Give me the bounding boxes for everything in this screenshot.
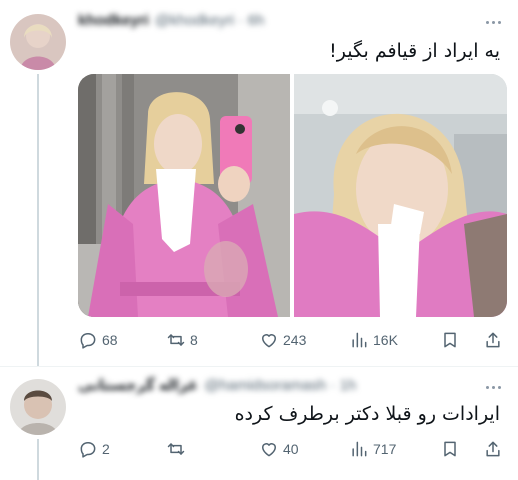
share-button[interactable]: [483, 328, 503, 352]
author-avatar[interactable]: [10, 379, 66, 435]
tweet-1[interactable]: khodkeyri @khodkeyri · 6h یه ایراد از قی…: [0, 0, 518, 366]
like-button[interactable]: 40: [259, 437, 299, 461]
retweet-icon: [167, 334, 185, 346]
bookmark-button[interactable]: [440, 437, 460, 461]
views-chart-icon: [352, 332, 367, 348]
author-handle[interactable]: @khodkeyri · 6h: [155, 12, 264, 29]
share-button[interactable]: [483, 437, 503, 461]
author-avatar[interactable]: [10, 14, 66, 70]
media-image-2[interactable]: [294, 74, 507, 317]
thread-line: [37, 74, 39, 366]
retweet-icon: [167, 443, 185, 455]
tweet-actions: 2 40 717: [78, 437, 507, 461]
views-count: 16K: [373, 332, 398, 348]
tweet-text: ایرادات رو قبلا دکتر برطرف کرده: [234, 403, 500, 425]
tweet-actions: 68 8 243 16K: [78, 328, 507, 352]
tweet-header: غزاله گرجستانی @hamidsoramash · 1h: [78, 375, 356, 395]
like-button[interactable]: 243: [259, 328, 306, 352]
views-button[interactable]: 717: [349, 437, 396, 461]
retweet-count: 8: [190, 332, 198, 348]
bookmark-icon: [444, 332, 456, 348]
reply-button[interactable]: 68: [78, 328, 118, 352]
author-handle[interactable]: @hamidsoramash · 1h: [204, 377, 356, 394]
like-count: 40: [283, 441, 299, 457]
tweet-header: khodkeyri @khodkeyri · 6h: [78, 10, 264, 30]
reply-count: 68: [102, 332, 118, 348]
thread-line: [37, 439, 39, 480]
views-chart-icon: [352, 441, 367, 457]
more-dots-icon[interactable]: [482, 12, 504, 32]
reply-count: 2: [102, 441, 110, 457]
reply-icon: [80, 442, 96, 458]
retweet-button[interactable]: 8: [166, 328, 198, 352]
views-count: 717: [373, 441, 397, 457]
more-dots-icon[interactable]: [482, 377, 504, 397]
reply-icon: [80, 333, 96, 349]
heart-icon: [262, 443, 276, 457]
media-image-1[interactable]: [78, 74, 290, 317]
reply-button[interactable]: 2: [78, 437, 110, 461]
tweet-text: یه ایراد از قیافم بگیر!: [329, 40, 500, 62]
heart-icon: [262, 334, 276, 348]
retweet-button[interactable]: [166, 437, 186, 461]
bookmark-button[interactable]: [440, 328, 460, 352]
share-icon: [486, 332, 500, 348]
tweet-2[interactable]: غزاله گرجستانی @hamidsoramash · 1h ایراد…: [0, 367, 518, 480]
author-name[interactable]: khodkeyri: [78, 12, 149, 29]
share-icon: [486, 441, 500, 457]
author-name[interactable]: غزاله گرجستانی: [78, 376, 198, 394]
bookmark-icon: [444, 441, 456, 457]
like-count: 243: [283, 332, 307, 348]
views-button[interactable]: 16K: [349, 328, 398, 352]
media-grid: [78, 74, 507, 317]
